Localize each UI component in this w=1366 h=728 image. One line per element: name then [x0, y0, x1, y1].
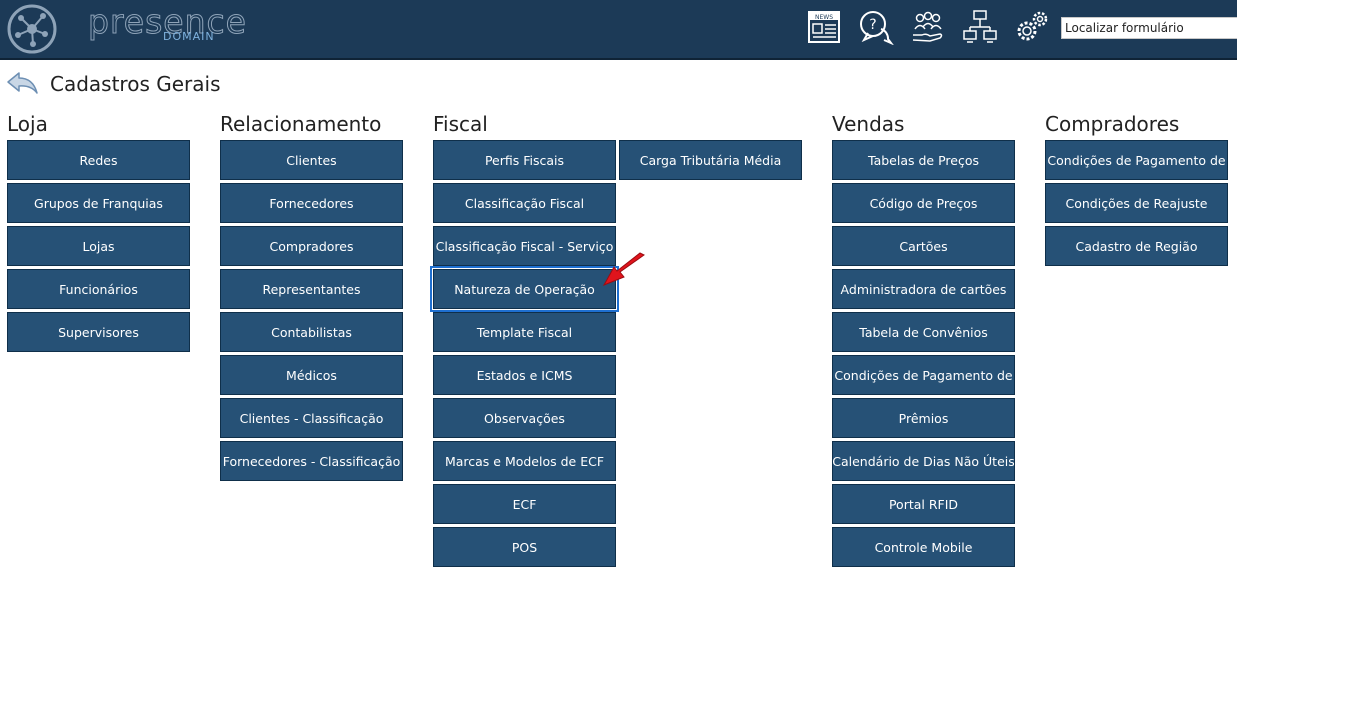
rel-fornecedores-classificacao-button[interactable]: Fornecedores - Classificação — [220, 441, 403, 481]
section-title-vendas: Vendas — [832, 112, 905, 136]
rel-fornecedores-button[interactable]: Fornecedores — [220, 183, 403, 223]
help-chat-icon[interactable]: ? — [858, 9, 894, 45]
fiscal-template-fiscal-button[interactable]: Template Fiscal — [433, 312, 616, 352]
users-hand-icon[interactable] — [910, 9, 946, 45]
fiscal-marcas-modelos-ecf-button[interactable]: Marcas e Modelos de ECF — [433, 441, 616, 481]
loja-lojas-button[interactable]: Lojas — [7, 226, 190, 266]
rel-clientes-button[interactable]: Clientes — [220, 140, 403, 180]
rel-clientes-classificacao-button[interactable]: Clientes - Classificação — [220, 398, 403, 438]
rel-representantes-button[interactable]: Representantes — [220, 269, 403, 309]
vendas-codigo-precos-button[interactable]: Código de Preços — [832, 183, 1015, 223]
vendas-controle-mobile-button[interactable]: Controle Mobile — [832, 527, 1015, 567]
loja-funcionarios-button[interactable]: Funcionários — [7, 269, 190, 309]
vendas-portal-rfid-button[interactable]: Portal RFID — [832, 484, 1015, 524]
red-pointer-arrow-icon — [602, 252, 645, 286]
fiscal-perfis-fiscais-button[interactable]: Perfis Fiscais — [433, 140, 616, 180]
svg-text:NEWS: NEWS — [815, 14, 833, 21]
search-input[interactable] — [1061, 17, 1237, 39]
fiscal-observacoes-button[interactable]: Observações — [433, 398, 616, 438]
svg-text:?: ? — [869, 17, 876, 33]
vendas-tabelas-precos-button[interactable]: Tabelas de Preços — [832, 140, 1015, 180]
vendas-cartoes-button[interactable]: Cartões — [832, 226, 1015, 266]
back-arrow-icon[interactable] — [5, 69, 39, 97]
section-title-compradores: Compradores — [1045, 112, 1180, 136]
rel-contabilistas-button[interactable]: Contabilistas — [220, 312, 403, 352]
vendas-administradora-cartoes-button[interactable]: Administradora de cartões — [832, 269, 1015, 309]
section-title-loja: Loja — [7, 112, 48, 136]
top-bar: presence DOMAIN NEWS ? — [0, 0, 1237, 60]
vendas-premios-button[interactable]: Prêmios — [832, 398, 1015, 438]
news-icon[interactable]: NEWS — [806, 9, 842, 45]
comp-condicoes-pagamento-button[interactable]: Condições de Pagamento de — [1045, 140, 1228, 180]
network-computers-icon[interactable] — [962, 9, 998, 45]
network-logo-icon — [7, 4, 57, 54]
fiscal-classificacao-servico-button[interactable]: Classificação Fiscal - Serviço — [433, 226, 616, 266]
gear-icon[interactable] — [1014, 9, 1050, 45]
loja-redes-button[interactable]: Redes — [7, 140, 190, 180]
brand-logo-subtitle: DOMAIN — [163, 30, 215, 43]
rel-medicos-button[interactable]: Médicos — [220, 355, 403, 395]
vendas-calendario-dias-button[interactable]: Calendário de Dias Não Úteis — [832, 441, 1015, 481]
section-title-relacionamento: Relacionamento — [220, 112, 382, 136]
vendas-tabela-convenios-button[interactable]: Tabela de Convênios — [832, 312, 1015, 352]
rel-compradores-button[interactable]: Compradores — [220, 226, 403, 266]
section-title-fiscal: Fiscal — [433, 112, 488, 136]
fiscal-ecf-button[interactable]: ECF — [433, 484, 616, 524]
comp-condicoes-reajuste-button[interactable]: Condições de Reajuste — [1045, 183, 1228, 223]
loja-supervisores-button[interactable]: Supervisores — [7, 312, 190, 352]
loja-grupos-franquias-button[interactable]: Grupos de Franquias — [7, 183, 190, 223]
fiscal-classificacao-fiscal-button[interactable]: Classificação Fiscal — [433, 183, 616, 223]
fiscal-pos-button[interactable]: POS — [433, 527, 616, 567]
fiscal-estados-icms-button[interactable]: Estados e ICMS — [433, 355, 616, 395]
vendas-condicoes-pagamento-button[interactable]: Condições de Pagamento de — [832, 355, 1015, 395]
page-title: Cadastros Gerais — [50, 72, 221, 96]
comp-cadastro-regiao-button[interactable]: Cadastro de Região — [1045, 226, 1228, 266]
fiscal-natureza-operacao-button[interactable]: Natureza de Operação — [430, 266, 619, 312]
fiscal-carga-tributaria-button[interactable]: Carga Tributária Média — [619, 140, 802, 180]
